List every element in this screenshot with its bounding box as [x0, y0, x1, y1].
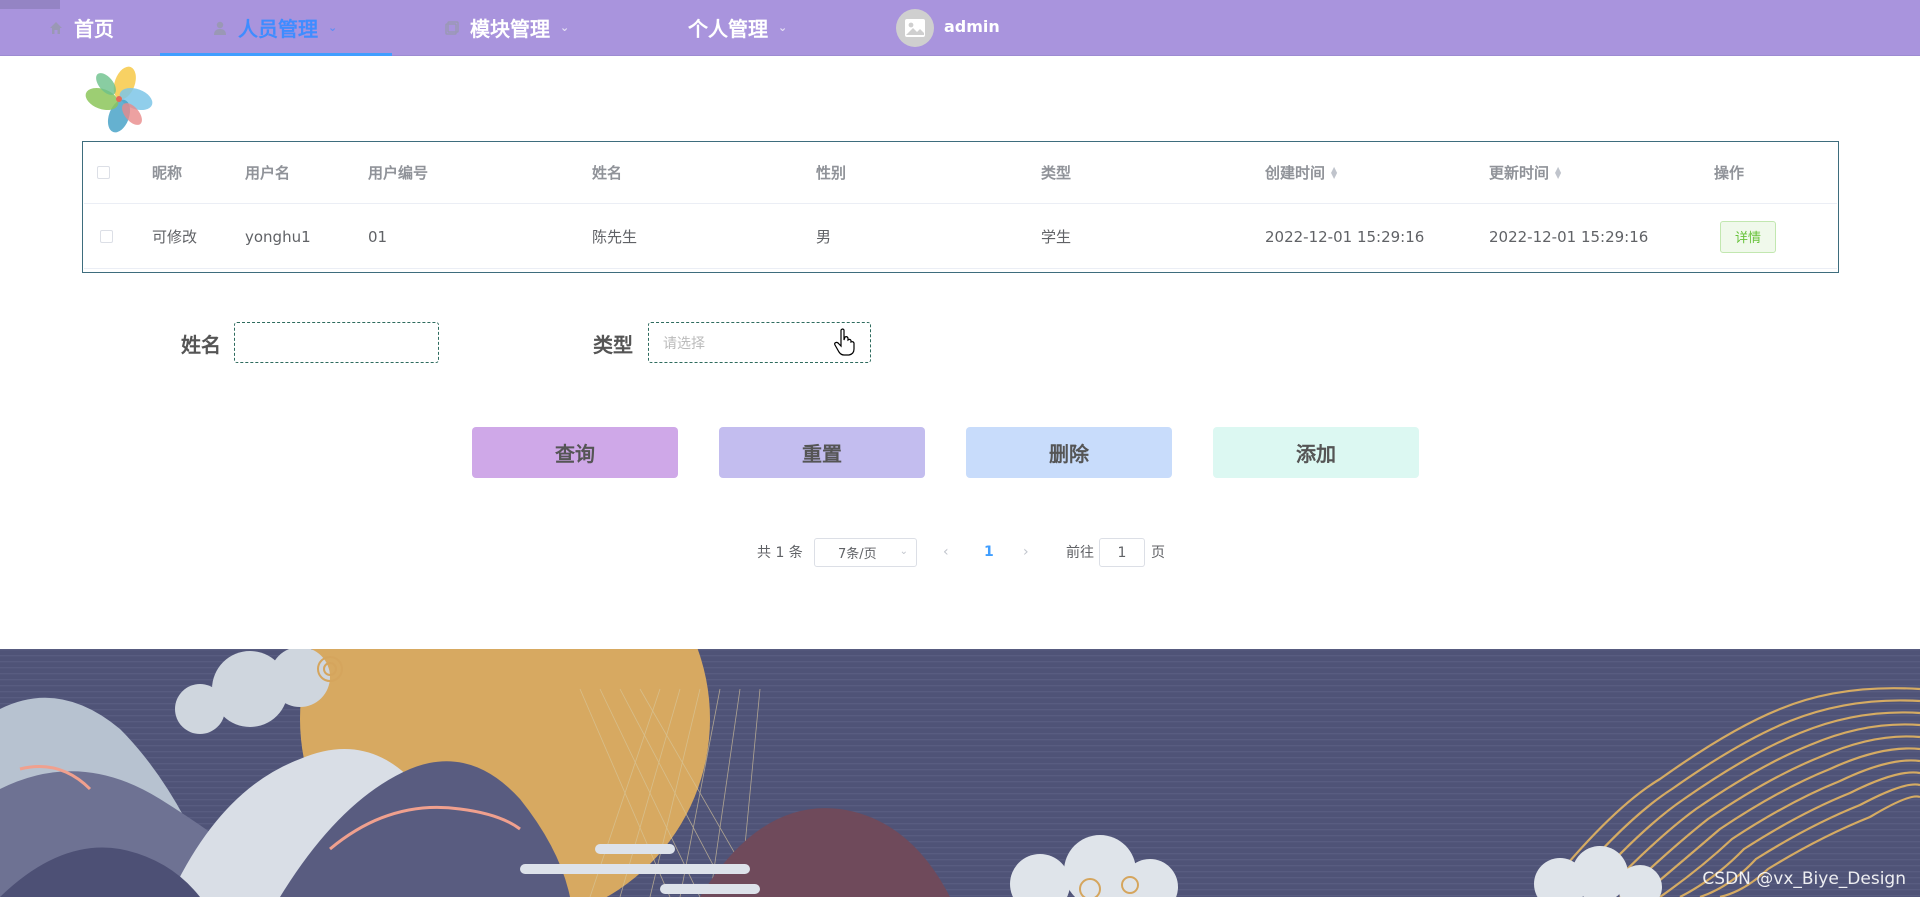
type-select-placeholder: 请选择	[663, 335, 705, 352]
table-cell: 01	[368, 227, 388, 246]
avatar[interactable]	[896, 9, 934, 47]
chevron-down-icon: ⌄	[778, 21, 788, 34]
username[interactable]: admin	[944, 17, 1000, 36]
chevron-down-icon: ⌄	[328, 21, 338, 34]
query-button[interactable]: 查询	[472, 427, 678, 478]
watermark: CSDN @vx_Biye_Design	[1702, 869, 1906, 889]
table-cell: yonghu1	[245, 227, 311, 246]
page: 首页 人员管理 ⌄ 模块管理 ⌄ 个人管理 ⌄ admin 昵称 用户名 用户编…	[0, 0, 1920, 897]
goto-page-input[interactable]: 1	[1099, 538, 1145, 567]
delete-button[interactable]: 删除	[966, 427, 1172, 478]
nav-item-label: 人员管理	[238, 17, 318, 41]
column-header: 性别	[816, 164, 847, 182]
column-header: 用户编号	[368, 164, 429, 182]
logo-icon	[85, 66, 153, 133]
column-header: 操作	[1714, 164, 1745, 182]
type-label: 类型	[593, 333, 633, 357]
sort-icon[interactable]: ▲ ▼	[1555, 165, 1561, 179]
table-cell: 2022-12-01 15:29:16	[1265, 227, 1425, 246]
row-checkbox[interactable]	[100, 205, 113, 268]
nav-item-label: 模块管理	[470, 17, 550, 41]
user-icon	[212, 20, 228, 36]
landscape-illustration	[0, 649, 1920, 897]
page-unit-label: 页	[1151, 545, 1165, 561]
column-header: 姓名	[592, 164, 623, 182]
sort-icon[interactable]: ▲ ▼	[1331, 165, 1337, 179]
nav-item-label: 个人管理	[688, 17, 768, 41]
nav-item-label: 首页	[74, 17, 114, 41]
goto-label: 前往	[1066, 545, 1094, 561]
next-page-icon[interactable]: ›	[1023, 538, 1029, 566]
active-tab-underline	[160, 53, 392, 56]
footer-banner: CSDN @vx_Biye_Design	[0, 649, 1920, 897]
detail-button[interactable]: 详情	[1720, 220, 1776, 253]
reset-button[interactable]: 重置	[719, 427, 925, 478]
column-header-created[interactable]: 创建时间 ▲ ▼	[1265, 142, 1337, 203]
column-header-label: 创建时间	[1265, 164, 1326, 182]
nav-item-modules[interactable]: 模块管理 ⌄	[444, 0, 569, 55]
module-icon	[444, 20, 460, 36]
table-cell: 可修改	[152, 228, 198, 246]
table-row: 可修改 yonghu1 01 陈先生 男 学生 2022-12-01 15:29…	[84, 205, 1837, 269]
column-header: 类型	[1041, 164, 1072, 182]
table-cell: 学生	[1041, 228, 1072, 246]
prev-page-icon[interactable]: ‹	[943, 538, 949, 566]
column-header-updated[interactable]: 更新时间 ▲ ▼	[1489, 142, 1561, 203]
user-table: 昵称 用户名 用户编号 姓名 性别 类型 创建时间 ▲ ▼ 更新时间 ▲ ▼ 操作 …	[82, 141, 1839, 273]
home-icon	[48, 20, 64, 36]
table-cell: 陈先生	[592, 228, 638, 246]
page-number-current[interactable]: 1	[984, 538, 994, 566]
nav-item-personal[interactable]: 个人管理 ⌄	[688, 0, 787, 55]
column-header: 昵称	[152, 164, 183, 182]
table-cell: 2022-12-01 15:29:16	[1489, 227, 1649, 246]
image-icon	[905, 19, 925, 37]
column-header: 用户名	[245, 164, 291, 182]
name-label: 姓名	[181, 333, 221, 357]
name-input[interactable]	[234, 322, 439, 363]
pagination-total: 共 1 条	[757, 545, 803, 561]
add-button[interactable]: 添加	[1213, 427, 1419, 478]
detail-cell: 详情	[1720, 205, 1776, 268]
nav-item-home[interactable]: 首页	[48, 0, 114, 55]
column-header-label: 更新时间	[1489, 164, 1550, 182]
chevron-down-icon: ⌄	[560, 21, 570, 34]
chevron-down-icon: ⌄	[899, 546, 908, 557]
table-cell: 男	[816, 228, 832, 246]
page-size-value: 7条/页	[838, 547, 877, 562]
table-header: 昵称 用户名 用户编号 姓名 性别 类型 创建时间 ▲ ▼ 更新时间 ▲ ▼ 操作	[84, 142, 1837, 204]
top-nav: 首页 人员管理 ⌄ 模块管理 ⌄ 个人管理 ⌄ admin	[0, 0, 1920, 56]
select-all-checkbox[interactable]	[97, 142, 110, 203]
page-size-select[interactable]: 7条/页 ⌄	[814, 538, 917, 567]
nav-item-personnel[interactable]: 人员管理 ⌄	[212, 0, 337, 55]
cursor-hand-icon	[834, 328, 855, 356]
